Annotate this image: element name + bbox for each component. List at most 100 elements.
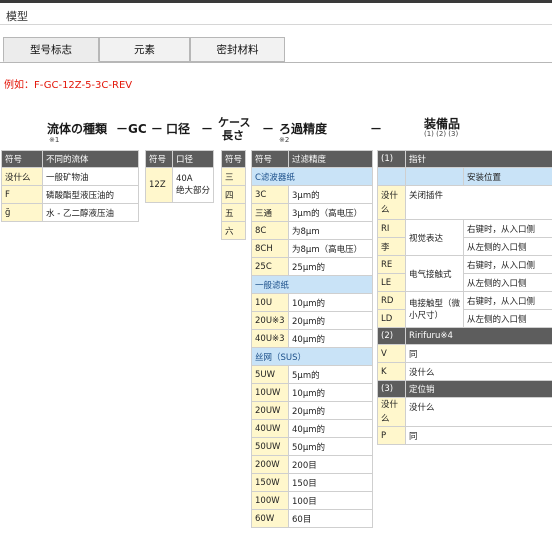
value-cell: 150目: [288, 473, 373, 492]
header-filter-note: ※2: [279, 136, 290, 144]
value-cell: 右键时，从入口侧: [462, 255, 552, 274]
value-cell: 从左侧的入口侧: [462, 309, 552, 328]
code-cell: 李: [377, 237, 406, 256]
code-cell: 六: [220, 221, 247, 240]
tab-elements[interactable]: 元素: [99, 37, 190, 62]
equipment-table: (1) 指针 安装位置 没什么 关闭插件 RI 视觉表达 右键时，从入口侧 李 …: [377, 150, 552, 445]
example-code: 例如：F-GC-12Z-5-3C-REV: [4, 80, 133, 91]
value-cell: 10μm的: [288, 383, 373, 402]
header-dash-3: －: [262, 122, 275, 136]
code-cell: RI: [377, 219, 406, 238]
table-row: 没什么 一般矿物油: [1, 167, 139, 186]
group-general-filter-paper: 一般滤纸: [251, 275, 373, 294]
code-cell: 没什么: [377, 397, 406, 427]
col-code-header: 符号: [251, 150, 289, 168]
table-row: 12Z 40A 绝大部分: [145, 167, 215, 203]
code-cell: 没什么: [377, 185, 406, 220]
mount-position-header: 安装位置: [462, 167, 552, 186]
col-filter-header: 过滤精度: [288, 150, 373, 168]
code-cell: F: [1, 185, 43, 204]
indicator-type-cell: 视觉表达: [405, 219, 464, 256]
code-cell: 五: [220, 203, 247, 222]
code-cell: 10UW: [251, 383, 289, 402]
col-fluid-header: 不同的流体: [42, 150, 139, 168]
value-cell: 磷酸酯型液压油的: [42, 185, 139, 204]
value-cell: 20μm的: [288, 311, 373, 330]
code-cell: 60W: [251, 509, 289, 528]
code-cell: 200W: [251, 455, 289, 474]
code-cell: 8CH: [251, 239, 289, 258]
section-title: 模型: [6, 10, 28, 23]
group-c-filter-paper: C滤波器纸: [251, 167, 373, 186]
code-cell: 10U: [251, 293, 289, 312]
header-fluid-note: ※1: [49, 136, 60, 144]
group-2-name: Ririfuru※4: [404, 327, 552, 345]
code-cell: 40U※3: [251, 329, 289, 348]
code-cell: RD: [377, 291, 406, 310]
value-cell: 3μm的: [288, 185, 373, 204]
value-cell: 40μm的: [288, 419, 373, 438]
value-cell: 10μm的: [288, 293, 373, 312]
code-cell: 三通: [251, 203, 289, 222]
case-length-table: 符号 三 四 五 六: [220, 150, 247, 240]
code-cell: 150W: [251, 473, 289, 492]
value-cell: 25μm的: [288, 257, 373, 276]
indicator-type-cell: 电接触型（微小尺寸）: [405, 291, 464, 328]
value-cell: 没什么: [404, 362, 552, 381]
value-cell: 水 - 乙二醇液压油: [42, 203, 139, 222]
value-cell: 20μm的: [288, 401, 373, 420]
code-cell: 40UW: [251, 419, 289, 438]
tab-model-designation[interactable]: 型号标志: [3, 37, 99, 62]
col-code-header: 符号: [145, 150, 173, 168]
title-divider: [0, 24, 552, 25]
col-code-header: 符号: [220, 150, 247, 168]
group-1-number: (1): [377, 150, 406, 168]
group-3-number: (3): [377, 380, 406, 398]
header-filter-precision: ろ過精度: [279, 122, 328, 136]
fluid-type-table: 符号 不同的流体 没什么 一般矿物油 F 磷酸酯型液压油的 ğ 水 - 乙二醇液…: [1, 150, 139, 222]
table-row: F 磷酸酯型液压油的: [1, 185, 139, 204]
value-cell: 同: [404, 344, 552, 363]
table-row: ğ 水 - 乙二醇液压油: [1, 203, 139, 222]
value-cell: 为8μm（高电压）: [288, 239, 373, 258]
filter-precision-table: 符号 过滤精度 C滤波器纸 3C 3μm的 三通 3μm的（高电压） 8C 为8μm …: [251, 150, 373, 528]
group-3-name: 定位销: [404, 380, 552, 398]
value-cell: 50μm的: [288, 437, 373, 456]
code-cell: LE: [377, 273, 406, 292]
code-cell: RE: [377, 255, 406, 274]
blank-cell: [377, 167, 406, 186]
value-cell: 右键时，从入口侧: [462, 219, 552, 238]
header-diameter: 口径: [166, 122, 191, 136]
code-cell: 没什么: [1, 167, 43, 186]
header-dash-2: －: [201, 122, 214, 136]
code-cell: 8C: [251, 221, 289, 240]
header-dash-gc: －GC －: [116, 122, 163, 136]
tab-seal-material[interactable]: 密封材料: [190, 37, 285, 62]
code-cell: 三: [220, 167, 247, 186]
code-cell: 20U※3: [251, 311, 289, 330]
diameter-size: 40A: [175, 174, 193, 184]
value-cell: 3μm的（高电压）: [288, 203, 373, 222]
value-cell: 一般矿物油: [42, 167, 139, 186]
header-case-line2: 長さ: [222, 129, 244, 142]
code-cell: K: [377, 362, 406, 381]
code-cell: 20UW: [251, 401, 289, 420]
code-cell: 四: [220, 185, 247, 204]
diameter-note: 绝大部分: [175, 186, 210, 196]
code-cell: ğ: [1, 203, 43, 222]
value-cell: 5μm的: [288, 365, 373, 384]
top-border: [0, 0, 552, 3]
value-cell: 为8μm: [288, 221, 373, 240]
code-cell: 5UW: [251, 365, 289, 384]
header-equipment-note: (1) (2) (3): [424, 130, 459, 138]
group-wire-mesh: 丝网（SUS）: [251, 347, 373, 366]
group-1-name: 指针: [404, 150, 552, 168]
code-cell: 12Z: [145, 167, 173, 203]
code-cell: P: [377, 426, 406, 445]
indicator-type-cell: 电气接触式: [405, 255, 464, 292]
value-cell: 关闭插件: [404, 185, 552, 220]
blank-cell: [405, 167, 464, 186]
value-cell: 从左侧的入口侧: [462, 237, 552, 256]
col-diameter-header: 口径: [171, 150, 215, 168]
code-cell: LD: [377, 309, 406, 328]
